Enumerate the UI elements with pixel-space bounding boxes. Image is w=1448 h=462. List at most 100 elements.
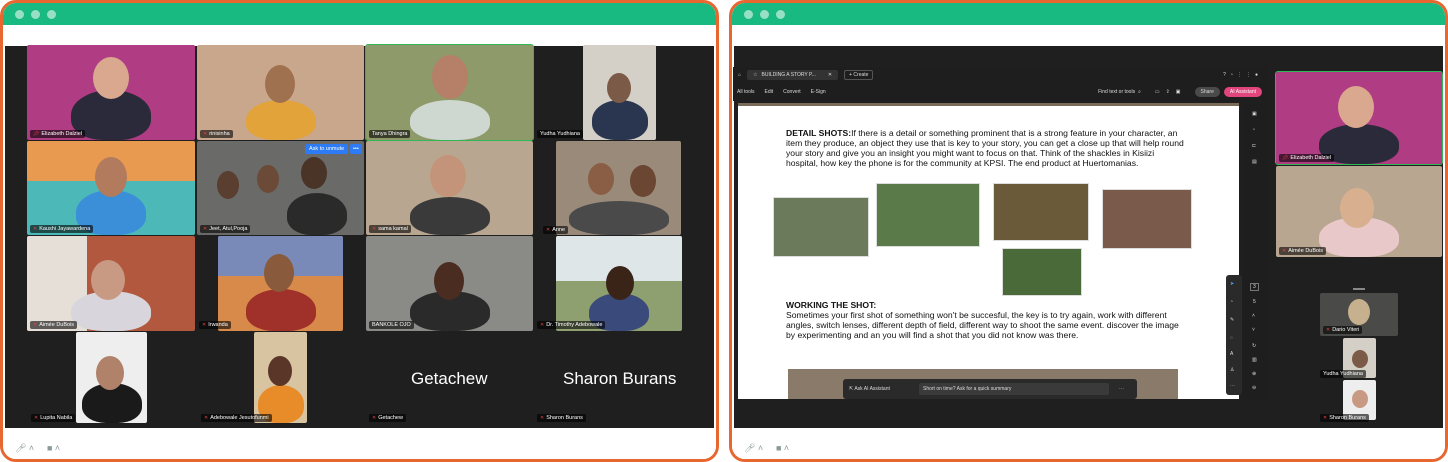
find-text-field[interactable]: Find text or tools (1098, 89, 1135, 95)
pdf-right-sidebar: ▣ ◔ ⊏ ▤ 3 5 ˄ ˅ ↻ ▥ ⊕ ⊖ (1243, 103, 1268, 399)
drag-handle[interactable] (1353, 288, 1365, 290)
document-tab[interactable]: ☆ BUILDING A STORY P... ✕ (747, 70, 839, 80)
window-dot-minimize[interactable] (31, 10, 40, 19)
video-tile[interactable] (254, 332, 307, 423)
bookmark-icon[interactable]: ⊏ (1252, 143, 1256, 149)
quick-icons[interactable]: ▭⇪▣ (1155, 89, 1187, 95)
window-dot-close[interactable] (15, 10, 24, 19)
pages-icon[interactable]: ▤ (1252, 159, 1257, 165)
photo-market (1102, 189, 1192, 249)
participant-name: ✕ rinisinha (200, 130, 233, 138)
video-tile[interactable]: BANKOLE OJO (366, 236, 533, 331)
participant-name: ✕ Dario Viteri (1323, 326, 1363, 334)
participant-name: BANKOLE OJO (369, 321, 414, 329)
menu-convert[interactable]: Convert (783, 89, 801, 95)
video-tile[interactable]: ✕ Aimée DuBois (1276, 166, 1442, 257)
star-icon: ☆ (753, 72, 758, 78)
video-tile[interactable]: 📌︎ Elizabeth Dalziel (27, 45, 195, 140)
participant-name: ✕ sama kamal (369, 225, 411, 233)
window-dot-close[interactable] (744, 10, 753, 19)
video-tile[interactable]: ✕ rinisinha (197, 45, 364, 140)
window-dot-maximize[interactable] (776, 10, 785, 19)
ai-assistant-button[interactable]: AI Assistant (1223, 87, 1262, 97)
page-number-box[interactable]: 3 (1250, 283, 1259, 291)
home-icon[interactable]: ⌂ (738, 72, 741, 78)
save-page-icon[interactable]: ▥ (1252, 357, 1257, 363)
video-tile[interactable] (556, 141, 681, 235)
pdf-menu-bar: All tools Edit Convert E-Sign Find text … (733, 83, 1268, 101)
text-tool-icon[interactable]: A (1230, 351, 1233, 357)
video-tile[interactable]: ✕ Kaushi Jayawardena (27, 141, 195, 235)
window-dot-minimize[interactable] (760, 10, 769, 19)
detail-shots-paragraph: DETAIL SHOTS:If there is a detail or som… (786, 128, 1184, 168)
select-tool-icon[interactable]: ➤ (1230, 281, 1234, 287)
participant-name: Yudha Yudhiana (537, 130, 583, 138)
photo-sign (876, 183, 980, 247)
ask-ai-button[interactable]: ⇱ Ask AI Assistant (849, 386, 890, 392)
summary-input[interactable]: Short on time? Ask for a quick summary (919, 383, 1109, 395)
participant-name: Tanya Dhingra (369, 130, 411, 138)
comment-tool-icon[interactable]: ◔ (1230, 299, 1233, 305)
microphone-icon[interactable]: 🎤︎ ˄ (744, 443, 763, 454)
page-total: 5 (1253, 299, 1256, 305)
pen-tool-icon[interactable]: ✎ (1230, 317, 1234, 323)
pdf-page: DETAIL SHOTS:If there is a detail or som… (738, 103, 1239, 399)
camera-icon[interactable]: ■ ˄ (776, 443, 789, 453)
participant-placeholder-name: Getachew (411, 369, 488, 388)
more-icon[interactable]: ⋯ (1119, 386, 1124, 392)
more-tools-icon[interactable]: ⋯ (1230, 383, 1235, 389)
lasso-icon[interactable]: ◌ (1230, 335, 1233, 341)
camera-icon[interactable]: ■ ˄ (47, 443, 60, 453)
stamp-tool-icon[interactable]: ♙ (1230, 367, 1234, 373)
participant-name: ✕ Irwanda (199, 321, 231, 329)
video-tile[interactable] (583, 45, 656, 140)
video-tile[interactable]: Ask to unmute ••• ✕ Jeet, Atul,Pooja (197, 141, 364, 235)
menu-esign[interactable]: E-Sign (811, 89, 826, 95)
ask-to-unmute-button[interactable]: Ask to unmute (305, 144, 349, 154)
video-tile[interactable]: ✕ Aimée DuBois (27, 236, 195, 331)
title-bar (732, 3, 1445, 25)
close-tab-icon[interactable]: ✕ (828, 72, 832, 78)
menu-all-tools[interactable]: All tools (737, 89, 755, 95)
photo-strip-top (738, 103, 1239, 106)
menu-edit[interactable]: Edit (765, 89, 774, 95)
video-tile[interactable] (218, 236, 343, 331)
participant-name: ✕ Getachew (369, 414, 406, 422)
search-icon: ⌕ (1138, 89, 1141, 95)
share-button[interactable]: Share (1194, 87, 1220, 97)
comments-icon[interactable]: ◔ (1252, 127, 1255, 133)
rotate-icon[interactable]: ↻ (1252, 343, 1256, 349)
participant-placeholder-name: Sharon Burans (563, 369, 677, 388)
participant-name: ✕ Aimée DuBois (1279, 247, 1327, 255)
participant-name: ✕ Jeet, Atul,Pooja (200, 225, 251, 233)
photo-shackles (993, 183, 1089, 241)
page-up-icon[interactable]: ˄ (1252, 313, 1255, 319)
video-tile[interactable] (556, 236, 682, 331)
video-tile-active-speaker[interactable]: Tanya Dhingra (365, 44, 534, 141)
video-tile[interactable] (76, 332, 147, 423)
toolbar-icons[interactable]: ?◔⋮⋮● (1223, 72, 1262, 78)
zoom-in-icon[interactable]: ⊕ (1252, 371, 1256, 377)
video-tile-active-speaker[interactable]: 📌︎ Elizabeth Dalziel (1275, 71, 1443, 165)
participant-name: 📌︎ Elizabeth Dalziel (1279, 154, 1335, 162)
bottom-toolbar (732, 428, 1445, 459)
title-bar (3, 3, 716, 25)
photo-phone (773, 197, 869, 257)
participant-name: ✕ Sharon Burans (537, 414, 586, 422)
page-down-icon[interactable]: ˅ (1252, 327, 1255, 333)
ai-summary-bar: ⇱ Ask AI Assistant Short on time? Ask fo… (843, 379, 1137, 399)
participant-name: ✕ Dr. Timothy Adebowale (537, 321, 606, 329)
zoom-out-icon[interactable]: ⊖ (1252, 385, 1256, 391)
video-tile[interactable]: ✕ Dario Viteri (1320, 293, 1398, 336)
thumbnails-icon[interactable]: ▣ (1252, 111, 1257, 117)
participant-name: ✕ Aimée DuBois (30, 321, 78, 329)
microphone-icon[interactable]: 🎤︎ ˄ (15, 443, 34, 454)
working-shot-paragraph: WORKING THE SHOT: Sometimes your first s… (786, 300, 1179, 340)
more-options-button[interactable]: ••• (350, 144, 362, 154)
video-tile[interactable]: ✕ sama kamal (366, 141, 533, 235)
participant-name: Yudha Yudhiana (1320, 370, 1366, 378)
vertical-toolbar: ➤ ◔ ✎ ◌ A ♙ ⋯ (1226, 275, 1242, 395)
window-dot-maximize[interactable] (47, 10, 56, 19)
create-button[interactable]: + Create (844, 70, 874, 80)
pdf-tab-bar: ⌂ ☆ BUILDING A STORY P... ✕ + Create ?◔⋮… (733, 67, 1268, 83)
